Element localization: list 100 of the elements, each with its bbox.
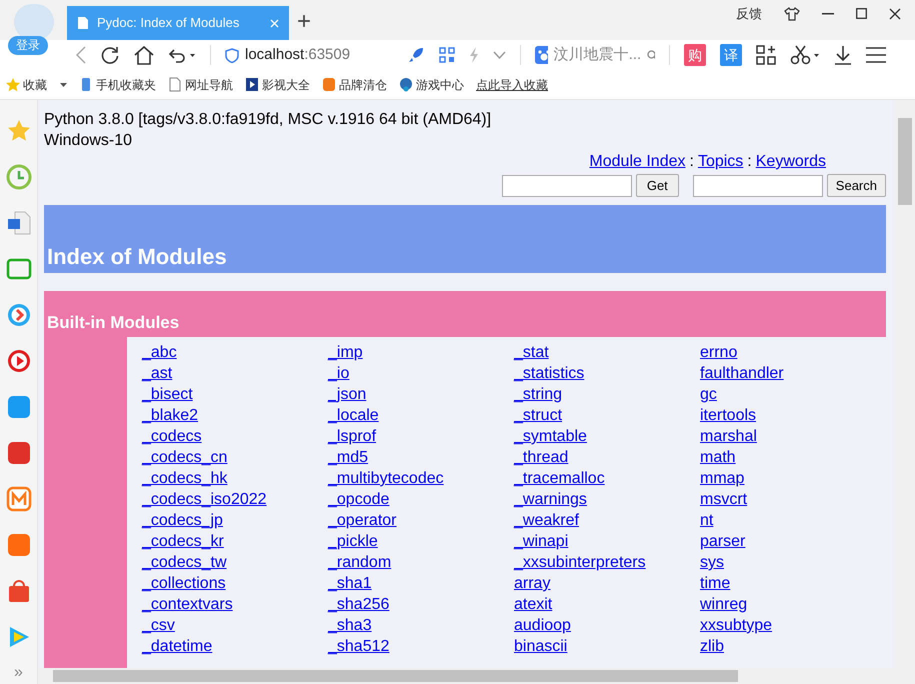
address-field[interactable]: localhost:63509 [225,44,393,66]
scroll-thumb[interactable] [898,118,912,205]
module-link[interactable]: _xxsubinterpreters [514,552,646,573]
module-link[interactable]: _string [514,384,562,405]
nav-link[interactable]: Topics [698,151,744,172]
module-link[interactable]: _codecs_iso2022 [142,489,267,510]
app-tile-icon[interactable] [6,532,32,558]
module-link[interactable]: _json [328,384,366,405]
horizontal-scrollbar[interactable] [38,668,915,684]
shirt-icon[interactable] [784,6,800,21]
new-tab-button[interactable]: + [297,8,312,36]
app-tile-icon[interactable] [6,394,32,420]
module-link[interactable]: _locale [328,405,379,426]
module-link[interactable]: mmap [700,468,744,489]
clock-icon[interactable] [6,164,32,190]
bookmark-link[interactable]: 网址导航 [168,76,233,94]
module-link[interactable]: _abc [142,342,177,363]
module-link[interactable]: _io [328,363,350,384]
menu-icon[interactable] [866,47,886,63]
module-link[interactable]: _thread [514,447,568,468]
module-input[interactable] [502,174,632,196]
play-icon[interactable] [6,348,32,374]
get-button[interactable]: Get [636,174,679,197]
module-link[interactable]: _codecs_cn [142,447,228,468]
module-link[interactable]: _bisect [142,384,193,405]
nav-link[interactable]: Module Index [589,151,686,172]
lightning-icon[interactable] [469,47,479,63]
app-tile-icon[interactable] [6,486,32,512]
module-link[interactable]: _sha1 [328,573,372,594]
module-link[interactable]: _operator [328,510,396,531]
module-link[interactable]: _sha256 [328,594,390,615]
module-link[interactable]: _csv [142,615,175,636]
module-link[interactable]: parser [700,531,746,552]
scissors-icon[interactable] [790,45,820,65]
module-link[interactable]: nt [700,510,714,531]
module-link[interactable]: _imp [328,342,363,363]
module-link[interactable]: time [700,573,730,594]
module-link[interactable]: atexit [514,594,552,615]
module-link[interactable]: math [700,447,736,468]
vertical-scrollbar[interactable] [895,100,915,668]
rocket-icon[interactable] [407,46,425,64]
download-icon[interactable] [834,45,852,65]
module-link[interactable]: zlib [700,636,724,657]
module-link[interactable]: _winapi [514,531,568,552]
search-field[interactable]: 汶川地震十... [535,44,655,66]
module-link[interactable]: _struct [514,405,562,426]
module-link[interactable]: _stat [514,342,549,363]
module-link[interactable]: _symtable [514,426,587,447]
bookmark-link[interactable]: 手机收藏夹 [79,76,156,94]
module-link[interactable]: _datetime [142,636,212,657]
qr-code-icon[interactable] [439,47,455,63]
close-icon[interactable] [889,8,901,20]
module-link[interactable]: _tracemalloc [514,468,605,489]
feedback-link[interactable]: 反馈 [736,4,762,24]
avatar-icon[interactable] [14,4,54,40]
bookmark-link[interactable]: 品牌清仓 [322,76,387,94]
document-icon[interactable] [6,210,32,236]
module-link[interactable]: _sha3 [328,615,372,636]
bookmark-link[interactable]: 游戏中心 [399,76,464,94]
module-link[interactable]: _opcode [328,489,390,510]
module-link[interactable]: _contextvars [142,594,233,615]
bookmark-link[interactable]: 收藏 [6,76,67,94]
module-link[interactable]: _sha512 [328,636,390,657]
nav-link[interactable]: Keywords [756,151,826,172]
module-link[interactable]: _md5 [328,447,368,468]
module-link[interactable]: _codecs_jp [142,510,223,531]
scroll-thumb[interactable] [53,670,738,682]
module-link[interactable]: array [514,573,550,594]
module-link[interactable]: xxsubtype [700,615,772,636]
reload-icon[interactable] [100,45,120,65]
search-icon[interactable] [647,50,655,60]
module-link[interactable]: msvcrt [700,489,748,510]
module-link[interactable]: _codecs_hk [142,468,228,489]
apps-icon[interactable] [756,45,776,65]
search-button[interactable]: Search [826,174,886,197]
module-link[interactable]: errno [700,342,738,363]
module-link[interactable]: _collections [142,573,226,594]
undo-icon[interactable] [168,47,196,63]
tv-icon[interactable] [6,256,32,282]
module-link[interactable]: _blake2 [142,405,198,426]
module-link[interactable]: _codecs [142,426,202,447]
module-link[interactable]: winreg [700,594,748,615]
minimize-icon[interactable] [822,12,834,15]
module-link[interactable]: _warnings [514,489,587,510]
bookmark-link[interactable]: 影视大全 [245,76,310,94]
module-link[interactable]: _random [328,552,392,573]
module-link[interactable]: audioop [514,615,571,636]
play-icon[interactable] [6,302,32,328]
app-tile-icon[interactable] [6,440,32,466]
module-link[interactable]: itertools [700,405,756,426]
chevron-down-icon[interactable] [493,51,506,59]
module-link[interactable]: _statistics [514,363,584,384]
module-link[interactable]: marshal [700,426,757,447]
maximize-icon[interactable] [856,8,867,20]
module-link[interactable]: _multibytecodec [328,468,444,489]
module-link[interactable]: _codecs_kr [142,531,224,552]
module-link[interactable]: gc [700,384,717,405]
search-input[interactable] [692,174,823,196]
module-link[interactable]: _codecs_tw [142,552,226,573]
back-icon[interactable] [76,46,86,64]
